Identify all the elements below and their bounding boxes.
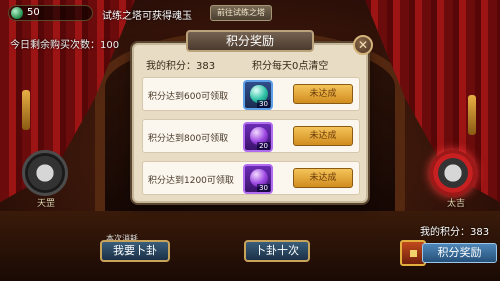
my-score: 我的积分：383 <box>146 57 215 72</box>
claim-status-button[interactable]: 未达成 <box>293 84 353 104</box>
tassel-left <box>22 90 30 130</box>
tassel-right <box>468 95 476 135</box>
item-qty: 20 <box>257 142 270 150</box>
taiji-right-icon[interactable] <box>430 150 476 196</box>
reward-row: 积分达到1200可领取 30 未达成 <box>142 161 360 195</box>
buy-count: 今日剩余购买次数：100 <box>10 40 120 51</box>
bottom-score: 我的积分：383 <box>420 227 490 238</box>
claim-status-button[interactable]: 未达成 <box>293 168 353 188</box>
modal-title: 积分奖励 <box>186 30 314 52</box>
top-bar: 50 试练之塔可获得魂玉 前往试练之塔 <box>0 0 500 28</box>
reset-note: 积分每天0点清空 <box>252 61 329 72</box>
tower-tip: 试练之塔可获得魂玉 <box>102 11 192 22</box>
reward-condition: 积分达到1200可领取 <box>148 176 234 186</box>
reward-row: 积分达到800可领取 20 未达成 <box>142 119 360 153</box>
reward-condition: 积分达到800可领取 <box>148 134 229 144</box>
jade-count: 50 <box>27 7 40 18</box>
close-icon[interactable]: ✕ <box>353 35 373 55</box>
my-score-label: 我的积分： <box>146 61 196 72</box>
jade-icon <box>11 7 23 19</box>
goto-tower-button[interactable]: 前往试练之塔 <box>210 5 272 21</box>
my-score-value: 383 <box>196 61 216 72</box>
claim-status-button[interactable]: 未达成 <box>293 126 353 146</box>
score-reward-modal: 我的积分：383 积分每天0点清空 积分达到600可领取 30 未达成 积分达到… <box>132 43 368 203</box>
score-reward-label: 积分奖励 <box>422 243 497 263</box>
jade-counter: 50 <box>8 5 93 21</box>
divine-ten-button[interactable]: 卜卦十次 <box>244 240 310 262</box>
reward-condition: 积分达到600可领取 <box>148 92 229 102</box>
score-reward-button[interactable]: 积分奖励 <box>400 240 497 266</box>
reward-item[interactable]: 30 <box>243 80 273 110</box>
taiji-right-label: 太吉 <box>447 199 466 209</box>
reward-item[interactable]: 20 <box>243 122 273 152</box>
reward-item[interactable]: 30 <box>243 164 273 194</box>
item-qty: 30 <box>257 100 270 108</box>
taiji-left-icon[interactable] <box>22 150 68 196</box>
item-qty: 30 <box>257 184 270 192</box>
divine-button[interactable]: 我要卜卦 <box>100 240 170 262</box>
reward-row: 积分达到600可领取 30 未达成 <box>142 77 360 111</box>
taiji-left-label: 天罡 <box>37 199 56 209</box>
